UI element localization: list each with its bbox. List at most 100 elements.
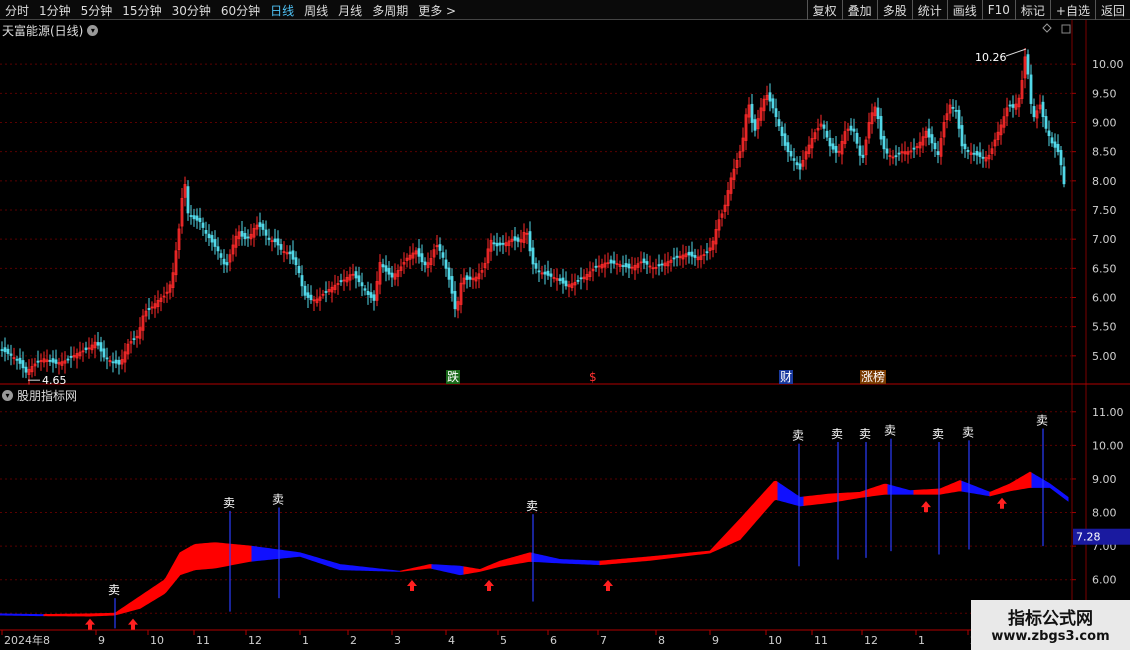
period-tab-3[interactable]: 15分钟 xyxy=(117,2,166,19)
candle-body xyxy=(516,237,520,242)
sell-signal-label: 卖 xyxy=(859,427,871,441)
candle-body xyxy=(768,92,772,102)
candle-body xyxy=(897,152,901,155)
candle-body xyxy=(117,359,121,365)
candle-body xyxy=(297,266,301,274)
candle-body xyxy=(24,366,28,373)
candle-body xyxy=(384,265,388,272)
buy-arrow-icon xyxy=(407,580,417,592)
candle-body xyxy=(309,294,313,301)
action-button-5[interactable]: F10 xyxy=(981,0,1015,20)
candle-body xyxy=(549,273,553,277)
candle-body xyxy=(387,267,391,275)
candle-body xyxy=(363,288,367,291)
candle-body xyxy=(543,271,547,275)
main-ytick: 8.00 xyxy=(1092,175,1117,188)
candle-body xyxy=(558,278,562,281)
candle-body xyxy=(447,267,451,280)
candle-body xyxy=(609,259,613,264)
candle-body xyxy=(273,238,277,243)
action-button-0[interactable]: 复权 xyxy=(806,0,842,20)
candle-body xyxy=(132,338,136,341)
candle-body xyxy=(216,246,220,252)
period-tab-6[interactable]: 日线 xyxy=(265,2,299,19)
candle-body xyxy=(96,342,100,346)
candle-body xyxy=(564,280,568,287)
candle-body xyxy=(366,291,370,295)
candle-body xyxy=(861,154,865,158)
candle-body xyxy=(369,292,373,298)
period-tab-9[interactable]: 多周期 xyxy=(367,2,413,19)
candle-body xyxy=(771,98,775,109)
candle-body xyxy=(513,236,517,241)
xaxis-label: 1 xyxy=(918,634,925,647)
candle-body xyxy=(264,229,268,236)
candle-body xyxy=(858,145,862,156)
candle-body xyxy=(1044,116,1048,129)
candle-body xyxy=(912,147,916,150)
indicator-band xyxy=(1031,472,1069,502)
candle-body xyxy=(246,236,250,239)
xaxis-label: 3 xyxy=(394,634,401,647)
xaxis-label: 4 xyxy=(448,634,455,647)
candle-body xyxy=(789,150,793,157)
candle-body xyxy=(0,349,4,351)
watermark-url: www.zbgs3.com xyxy=(991,629,1110,644)
candle-body xyxy=(531,247,535,265)
period-tab-1[interactable]: 1分钟 xyxy=(34,2,76,19)
candle-body xyxy=(927,128,931,138)
indicator-ytick: 10.00 xyxy=(1092,439,1124,452)
indicator-band xyxy=(251,545,401,572)
period-tab-4[interactable]: 30分钟 xyxy=(167,2,216,19)
candle-body xyxy=(225,262,229,266)
period-tab-2[interactable]: 5分钟 xyxy=(76,2,118,19)
watermark-title: 指标公式网 xyxy=(1008,609,1093,629)
candle-body xyxy=(21,360,25,369)
candle-body xyxy=(852,128,856,132)
candle-body xyxy=(642,258,646,263)
candle-body xyxy=(750,103,754,123)
period-tab-0[interactable]: 分时 xyxy=(0,2,34,19)
period-tab-5[interactable]: 60分钟 xyxy=(216,2,265,19)
candle-body xyxy=(612,260,616,264)
action-button-2[interactable]: 多股 xyxy=(876,0,912,20)
candle-body xyxy=(537,270,541,273)
candle-body xyxy=(1047,130,1051,137)
candle-body xyxy=(468,276,472,280)
candle-body xyxy=(876,107,880,120)
main-ytick: 8.50 xyxy=(1092,146,1117,159)
indicator-band xyxy=(887,484,915,495)
candle-body xyxy=(213,239,217,247)
action-button-8[interactable]: 返回 xyxy=(1094,0,1130,20)
indicator-band xyxy=(0,613,45,617)
period-tab-7[interactable]: 周线 xyxy=(299,2,333,19)
candle-body xyxy=(102,348,106,358)
action-button-1[interactable]: 叠加 xyxy=(841,0,877,20)
candle-body xyxy=(372,294,376,301)
main-ytick: 7.50 xyxy=(1092,204,1117,217)
action-button-4[interactable]: 画线 xyxy=(946,0,982,20)
candle-body xyxy=(780,126,784,137)
action-button-7[interactable]: +自选 xyxy=(1049,0,1095,20)
xaxis-label: 9 xyxy=(98,634,105,647)
period-tab-10[interactable]: 更多 > xyxy=(413,2,461,19)
buy-arrow-icon xyxy=(603,580,613,592)
period-tabs: 分时 1分钟 5分钟 15分钟 30分钟 60分钟 日线 周线 月线 多周期 更多 > xyxy=(0,0,461,20)
xaxis-label: 5 xyxy=(500,634,507,647)
main-ytick: 5.00 xyxy=(1092,350,1117,363)
candle-body xyxy=(828,137,832,147)
event-marker: 涨榜 xyxy=(861,369,885,384)
kline-chart[interactable]: 10.00 9.50 9.00 8.50 8.00 7.50 7.00 6.50 6.00 5.5… xyxy=(0,20,1130,650)
buy-arrow-icon xyxy=(997,497,1007,509)
candle-body xyxy=(423,261,427,266)
action-button-6[interactable]: 标记 xyxy=(1014,0,1050,20)
period-tab-8[interactable]: 月线 xyxy=(333,2,367,19)
candle-body xyxy=(1008,104,1012,107)
indicator-ytick: 9.00 xyxy=(1092,473,1117,486)
candle-body xyxy=(9,353,13,356)
candle-body xyxy=(438,244,442,251)
candle-body xyxy=(306,292,310,298)
candle-body xyxy=(894,155,898,158)
action-button-3[interactable]: 统计 xyxy=(911,0,947,20)
candle-body xyxy=(354,271,358,279)
